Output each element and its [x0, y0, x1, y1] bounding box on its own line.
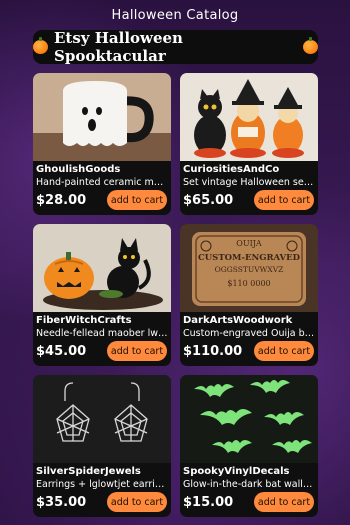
ouija-engraving-line1: CUSTOM-ENGRAVED — [198, 253, 301, 263]
seller-name[interactable]: FiberWitchCrafts — [36, 315, 168, 326]
product-price: $15.00 — [183, 495, 234, 510]
product-description[interactable]: Hand-painted ceramic mug(... — [36, 177, 168, 188]
product-description[interactable]: Set vintage Halloween set glo... — [183, 177, 315, 188]
app-title-text: Halloween Catalog — [111, 7, 239, 23]
ouija-engraving-line2: OGGSSTUVWXVZ — [215, 265, 284, 274]
add-to-cart-button[interactable]: add to cart — [254, 190, 314, 210]
product-price: $28.00 — [36, 193, 87, 208]
ouija-numbers: $110 0000 — [227, 279, 270, 288]
product-image-ouija-board[interactable]: OUIJA CUSTOM-ENGRAVED OGGSSTUVWXVZ $110 … — [180, 224, 318, 312]
seller-name[interactable]: DarkArtsWoodwork — [183, 315, 315, 326]
seller-name[interactable]: SpookyVinylDecals — [183, 466, 315, 477]
product-description[interactable]: Glow-in-the-dark bat wall dec... — [183, 479, 315, 490]
banner-text: Etsy Halloween Spooktacular — [54, 29, 183, 65]
add-to-cart-button[interactable]: add to cart — [107, 190, 167, 210]
add-to-cart-button[interactable]: add to cart — [107, 341, 167, 361]
product-image-felted-pumpkin-cat[interactable] — [33, 224, 171, 312]
ouija-brand-text: OUIJA — [236, 239, 262, 248]
add-to-cart-button[interactable]: add to cart — [254, 341, 314, 361]
pumpkin-icon — [33, 37, 48, 54]
product-image-glow-bat-decals[interactable] — [180, 375, 318, 463]
seller-name[interactable]: SilverSpiderJewels — [36, 466, 168, 477]
product-description[interactable]: Custom-engraved Ouija boar... — [183, 328, 315, 339]
product-card[interactable]: SilverSpiderJewels Earrings + lglowtjet … — [33, 375, 171, 517]
product-card[interactable]: GhoulishGoods Hand-painted ceramic mug(.… — [33, 73, 171, 215]
product-image-ghost-mug[interactable] — [33, 73, 171, 161]
product-price: $45.00 — [36, 344, 87, 359]
product-price: $65.00 — [183, 193, 234, 208]
product-card[interactable]: SpookyVinylDecals Glow-in-the-dark bat w… — [180, 375, 318, 517]
product-description[interactable]: Earrings + lglowtjet earrings ... — [36, 479, 168, 490]
pumpkin-icon — [303, 37, 318, 54]
seller-name[interactable]: CuriositiesAndCo — [183, 164, 315, 175]
product-price: $35.00 — [36, 495, 87, 510]
product-description[interactable]: Needle-fellead maober lwafe... — [36, 328, 168, 339]
catalog-banner: Etsy Halloween Spooktacular — [33, 29, 318, 65]
product-image-halloween-figurines[interactable] — [180, 73, 318, 161]
seller-name[interactable]: GhoulishGoods — [36, 164, 168, 175]
product-price: $110.00 — [183, 344, 243, 359]
product-card[interactable]: FiberWitchCrafts Needle-fellead maober l… — [33, 224, 171, 366]
product-card[interactable]: OUIJA CUSTOM-ENGRAVED OGGSSTUVWXVZ $110 … — [180, 224, 318, 366]
product-image-spiderweb-earrings[interactable] — [33, 375, 171, 463]
add-to-cart-button[interactable]: add to cart — [107, 492, 167, 512]
product-card[interactable]: CuriositiesAndCo Set vintage Halloween s… — [180, 73, 318, 215]
add-to-cart-button[interactable]: add to cart — [254, 492, 314, 512]
app-title: Halloween Catalog — [0, 0, 350, 30]
